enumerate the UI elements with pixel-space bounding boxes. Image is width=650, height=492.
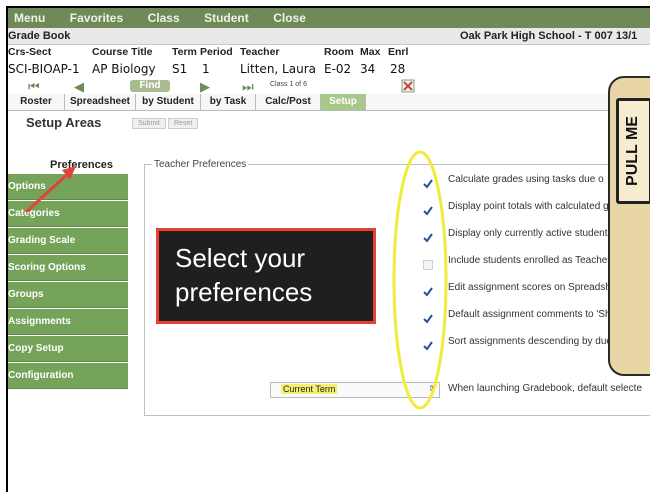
callout-line-2: preferences [175, 277, 313, 307]
pull-me-label: PULL ME [624, 116, 641, 186]
callout-line-1: Select your [175, 243, 306, 273]
instruction-callout: Select your preferences [156, 228, 376, 324]
pull-me-tab[interactable]: PULL ME [608, 76, 650, 376]
gradebook-window: Menu Favorites Class Student Close Grade… [6, 6, 650, 492]
red-arrow-line [24, 170, 72, 214]
highlight-ellipse [392, 150, 448, 410]
pull-me-label-box: PULL ME [616, 98, 650, 204]
